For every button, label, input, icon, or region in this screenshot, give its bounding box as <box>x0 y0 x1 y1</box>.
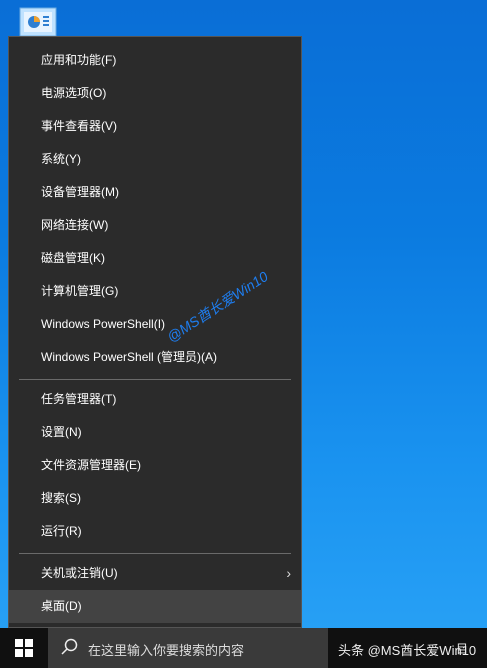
menu-item-label: 设置(N) <box>41 425 82 439</box>
search-icon <box>61 638 78 655</box>
menu-item-apps-features[interactable]: 应用和功能(F) <box>9 44 301 77</box>
menu-item-shutdown-signout[interactable]: 关机或注销(U) › <box>9 557 301 590</box>
menu-item-run[interactable]: 运行(R) <box>9 515 301 548</box>
menu-item-label: 关机或注销(U) <box>41 566 118 580</box>
menu-item-powershell[interactable]: Windows PowerShell(I) <box>9 308 301 341</box>
winx-context-menu: 应用和功能(F) 电源选项(O) 事件查看器(V) 系统(Y) 设备管理器(M)… <box>8 36 302 628</box>
menu-item-label: 任务管理器(T) <box>41 392 117 406</box>
menu-item-file-explorer[interactable]: 文件资源管理器(E) <box>9 449 301 482</box>
menu-item-power-options[interactable]: 电源选项(O) <box>9 77 301 110</box>
menu-item-powershell-admin[interactable]: Windows PowerShell (管理员)(A) <box>9 341 301 374</box>
menu-item-task-manager[interactable]: 任务管理器(T) <box>9 383 301 416</box>
menu-item-label: 网络连接(W) <box>41 218 109 232</box>
menu-item-system[interactable]: 系统(Y) <box>9 143 301 176</box>
menu-item-search[interactable]: 搜索(S) <box>9 482 301 515</box>
menu-item-label: 运行(R) <box>41 524 82 538</box>
menu-item-label: 搜索(S) <box>41 491 81 505</box>
start-button[interactable] <box>0 628 48 668</box>
menu-item-label: 系统(Y) <box>41 152 81 166</box>
menu-item-label: 设备管理器(M) <box>41 185 119 199</box>
menu-item-event-viewer[interactable]: 事件查看器(V) <box>9 110 301 143</box>
menu-item-label: 事件查看器(V) <box>41 119 117 133</box>
menu-item-desktop[interactable]: 桌面(D) <box>9 590 301 623</box>
menu-item-label: 文件资源管理器(E) <box>41 458 141 472</box>
menu-separator <box>19 379 291 380</box>
windows-logo-icon <box>15 639 33 657</box>
taskbar: 在这里输入你要搜索的内容 头条 @MS酋长爱Win10 目 <box>0 628 487 668</box>
taskbar-tray-icon[interactable]: 目 <box>456 640 468 657</box>
menu-item-label: 桌面(D) <box>41 599 82 613</box>
taskbar-search-box[interactable]: 在这里输入你要搜索的内容 <box>48 628 328 668</box>
search-placeholder: 在这里输入你要搜索的内容 <box>88 643 245 658</box>
menu-item-label: Windows PowerShell(I) <box>41 317 166 331</box>
chevron-right-icon: › <box>286 565 291 581</box>
menu-item-settings[interactable]: 设置(N) <box>9 416 301 449</box>
menu-item-label: 电源选项(O) <box>41 86 107 100</box>
control-panel-desktop-icon[interactable] <box>18 6 58 38</box>
menu-item-label: 磁盘管理(K) <box>41 251 105 265</box>
menu-item-network-connections[interactable]: 网络连接(W) <box>9 209 301 242</box>
menu-item-device-manager[interactable]: 设备管理器(M) <box>9 176 301 209</box>
menu-separator <box>19 553 291 554</box>
menu-item-label: 计算机管理(G) <box>41 284 119 298</box>
menu-item-label: Windows PowerShell (管理员)(A) <box>41 350 218 364</box>
menu-item-label: 应用和功能(F) <box>41 53 117 67</box>
